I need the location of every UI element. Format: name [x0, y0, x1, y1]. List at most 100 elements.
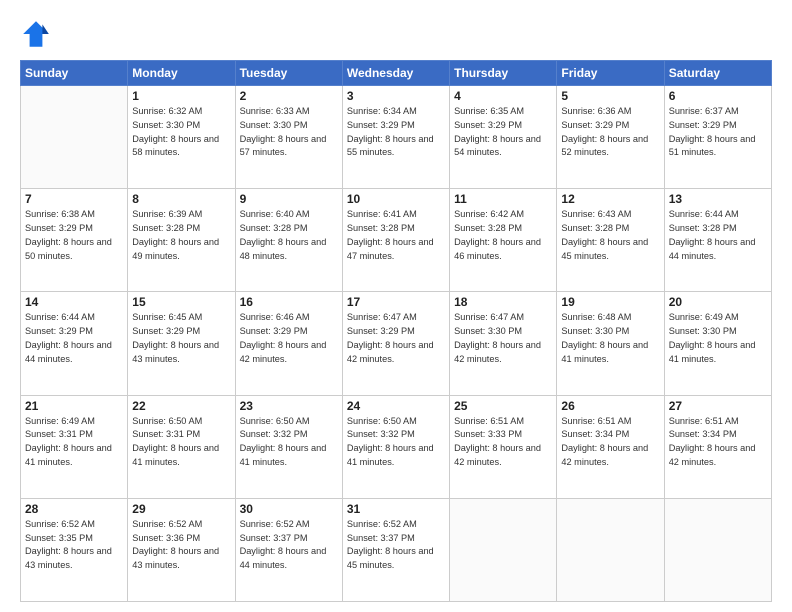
calendar-cell: 9 Sunrise: 6:40 AMSunset: 3:28 PMDaylight… [235, 189, 342, 292]
day-number: 5 [561, 89, 659, 103]
calendar-cell: 28 Sunrise: 6:52 AMSunset: 3:35 PMDayligh… [21, 498, 128, 601]
calendar-table: SundayMondayTuesdayWednesdayThursdayFrid… [20, 60, 772, 602]
day-info: Sunrise: 6:40 AMSunset: 3:28 PMDaylight:… [240, 208, 338, 263]
calendar-header-wednesday: Wednesday [342, 61, 449, 86]
day-number: 11 [454, 192, 552, 206]
calendar-header-row: SundayMondayTuesdayWednesdayThursdayFrid… [21, 61, 772, 86]
calendar-cell: 8 Sunrise: 6:39 AMSunset: 3:28 PMDaylight… [128, 189, 235, 292]
logo [20, 18, 56, 50]
calendar-cell: 17 Sunrise: 6:47 AMSunset: 3:29 PMDayligh… [342, 292, 449, 395]
calendar-cell: 3Sunrise: 6:34 AMSunset: 3:29 PMDaylight… [342, 86, 449, 189]
day-info: Sunrise: 6:41 AMSunset: 3:28 PMDaylight:… [347, 208, 445, 263]
day-info: Sunrise: 6:43 AMSunset: 3:28 PMDaylight:… [561, 208, 659, 263]
day-info: Sunrise: 6:39 AMSunset: 3:28 PMDaylight:… [132, 208, 230, 263]
calendar-cell: 19Sunrise: 6:48 AMSunset: 3:30 PMDayligh… [557, 292, 664, 395]
day-info: Sunrise: 6:48 AMSunset: 3:30 PMDaylight:… [561, 311, 659, 366]
calendar-cell: 12 Sunrise: 6:43 AMSunset: 3:28 PMDayligh… [557, 189, 664, 292]
calendar-cell [450, 498, 557, 601]
day-number: 29 [132, 502, 230, 516]
day-number: 25 [454, 399, 552, 413]
day-number: 7 [25, 192, 123, 206]
day-info: Sunrise: 6:52 AMSunset: 3:35 PMDaylight:… [25, 518, 123, 573]
calendar-cell: 1 Sunrise: 6:32 AMSunset: 3:30 PMDaylight… [128, 86, 235, 189]
day-number: 17 [347, 295, 445, 309]
page: SundayMondayTuesdayWednesdayThursdayFrid… [0, 0, 792, 612]
day-info: Sunrise: 6:38 AMSunset: 3:29 PMDaylight:… [25, 208, 123, 263]
calendar-cell: 29 Sunrise: 6:52 AMSunset: 3:36 PMDayligh… [128, 498, 235, 601]
day-info: Sunrise: 6:42 AMSunset: 3:28 PMDaylight:… [454, 208, 552, 263]
calendar-cell: 5 Sunrise: 6:36 AMSunset: 3:29 PMDaylight… [557, 86, 664, 189]
day-info: Sunrise: 6:44 AMSunset: 3:28 PMDaylight:… [669, 208, 767, 263]
day-info: Sunrise: 6:46 AMSunset: 3:29 PMDaylight:… [240, 311, 338, 366]
day-number: 12 [561, 192, 659, 206]
calendar-cell [557, 498, 664, 601]
calendar-cell: 15Sunrise: 6:45 AMSunset: 3:29 PMDayligh… [128, 292, 235, 395]
day-info: Sunrise: 6:49 AMSunset: 3:31 PMDaylight:… [25, 415, 123, 470]
day-info: Sunrise: 6:50 AMSunset: 3:32 PMDaylight:… [240, 415, 338, 470]
calendar-cell: 16Sunrise: 6:46 AMSunset: 3:29 PMDayligh… [235, 292, 342, 395]
week-row-3: 14Sunrise: 6:44 AMSunset: 3:29 PMDayligh… [21, 292, 772, 395]
day-number: 2 [240, 89, 338, 103]
day-number: 9 [240, 192, 338, 206]
day-info: Sunrise: 6:36 AMSunset: 3:29 PMDaylight:… [561, 105, 659, 160]
day-number: 27 [669, 399, 767, 413]
calendar-header-saturday: Saturday [664, 61, 771, 86]
calendar-cell: 7 Sunrise: 6:38 AMSunset: 3:29 PMDaylight… [21, 189, 128, 292]
calendar-cell: 4 Sunrise: 6:35 AMSunset: 3:29 PMDaylight… [450, 86, 557, 189]
day-info: Sunrise: 6:52 AMSunset: 3:36 PMDaylight:… [132, 518, 230, 573]
day-info: Sunrise: 6:52 AMSunset: 3:37 PMDaylight:… [347, 518, 445, 573]
day-info: Sunrise: 6:51 AMSunset: 3:34 PMDaylight:… [561, 415, 659, 470]
day-info: Sunrise: 6:47 AMSunset: 3:29 PMDaylight:… [347, 311, 445, 366]
day-number: 23 [240, 399, 338, 413]
calendar-cell: 10 Sunrise: 6:41 AMSunset: 3:28 PMDayligh… [342, 189, 449, 292]
day-info: Sunrise: 6:51 AMSunset: 3:34 PMDaylight:… [669, 415, 767, 470]
day-number: 18 [454, 295, 552, 309]
day-number: 26 [561, 399, 659, 413]
calendar-cell: 23 Sunrise: 6:50 AMSunset: 3:32 PMDayligh… [235, 395, 342, 498]
calendar-header-sunday: Sunday [21, 61, 128, 86]
calendar-cell: 13 Sunrise: 6:44 AMSunset: 3:28 PMDayligh… [664, 189, 771, 292]
calendar-cell: 21 Sunrise: 6:49 AMSunset: 3:31 PMDayligh… [21, 395, 128, 498]
day-info: Sunrise: 6:34 AMSunset: 3:29 PMDaylight:… [347, 105, 445, 160]
calendar-cell: 11 Sunrise: 6:42 AMSunset: 3:28 PMDayligh… [450, 189, 557, 292]
day-number: 10 [347, 192, 445, 206]
day-info: Sunrise: 6:50 AMSunset: 3:31 PMDaylight:… [132, 415, 230, 470]
day-number: 4 [454, 89, 552, 103]
day-info: Sunrise: 6:51 AMSunset: 3:33 PMDaylight:… [454, 415, 552, 470]
calendar-cell: 14Sunrise: 6:44 AMSunset: 3:29 PMDayligh… [21, 292, 128, 395]
day-number: 8 [132, 192, 230, 206]
day-number: 13 [669, 192, 767, 206]
calendar-header-monday: Monday [128, 61, 235, 86]
calendar-header-thursday: Thursday [450, 61, 557, 86]
header [20, 18, 772, 50]
calendar-cell: 2Sunrise: 6:33 AMSunset: 3:30 PMDaylight… [235, 86, 342, 189]
calendar-cell [664, 498, 771, 601]
day-info: Sunrise: 6:32 AMSunset: 3:30 PMDaylight:… [132, 105, 230, 160]
calendar-cell: 26 Sunrise: 6:51 AMSunset: 3:34 PMDayligh… [557, 395, 664, 498]
calendar-cell: 31 Sunrise: 6:52 AMSunset: 3:37 PMDayligh… [342, 498, 449, 601]
calendar-header-friday: Friday [557, 61, 664, 86]
calendar-cell [21, 86, 128, 189]
week-row-5: 28 Sunrise: 6:52 AMSunset: 3:35 PMDayligh… [21, 498, 772, 601]
calendar-cell: 22 Sunrise: 6:50 AMSunset: 3:31 PMDayligh… [128, 395, 235, 498]
calendar-cell: 20Sunrise: 6:49 AMSunset: 3:30 PMDayligh… [664, 292, 771, 395]
week-row-2: 7 Sunrise: 6:38 AMSunset: 3:29 PMDaylight… [21, 189, 772, 292]
day-number: 28 [25, 502, 123, 516]
day-info: Sunrise: 6:50 AMSunset: 3:32 PMDaylight:… [347, 415, 445, 470]
week-row-4: 21 Sunrise: 6:49 AMSunset: 3:31 PMDayligh… [21, 395, 772, 498]
day-info: Sunrise: 6:35 AMSunset: 3:29 PMDaylight:… [454, 105, 552, 160]
day-number: 20 [669, 295, 767, 309]
logo-icon [20, 18, 52, 50]
day-info: Sunrise: 6:52 AMSunset: 3:37 PMDaylight:… [240, 518, 338, 573]
day-number: 21 [25, 399, 123, 413]
day-number: 22 [132, 399, 230, 413]
day-info: Sunrise: 6:47 AMSunset: 3:30 PMDaylight:… [454, 311, 552, 366]
calendar-cell: 6Sunrise: 6:37 AMSunset: 3:29 PMDaylight… [664, 86, 771, 189]
day-number: 31 [347, 502, 445, 516]
week-row-1: 1 Sunrise: 6:32 AMSunset: 3:30 PMDaylight… [21, 86, 772, 189]
calendar-cell: 24Sunrise: 6:50 AMSunset: 3:32 PMDayligh… [342, 395, 449, 498]
day-number: 1 [132, 89, 230, 103]
calendar-cell: 30Sunrise: 6:52 AMSunset: 3:37 PMDayligh… [235, 498, 342, 601]
day-number: 15 [132, 295, 230, 309]
calendar-cell: 27 Sunrise: 6:51 AMSunset: 3:34 PMDayligh… [664, 395, 771, 498]
